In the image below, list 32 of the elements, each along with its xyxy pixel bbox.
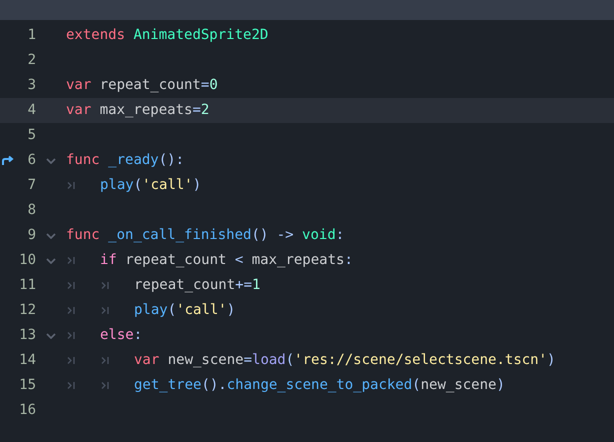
tab-marker-icon bbox=[67, 181, 76, 190]
line-number: 13 bbox=[18, 326, 36, 345]
line-number: 15 bbox=[18, 376, 36, 395]
tab-marker-icon bbox=[67, 281, 76, 290]
line-number: 2 bbox=[26, 51, 36, 70]
tab-marker-icon bbox=[101, 281, 110, 290]
line-number: 12 bbox=[18, 301, 36, 320]
tab-marker-icon bbox=[101, 381, 110, 390]
line-number: 14 bbox=[18, 351, 36, 370]
line-number: 10 bbox=[18, 251, 36, 270]
line-number: 8 bbox=[26, 201, 36, 220]
fold-chevron-icon[interactable] bbox=[46, 158, 56, 164]
line-number: 11 bbox=[18, 276, 36, 295]
line-number: 7 bbox=[26, 176, 36, 195]
tab-marker-icon bbox=[67, 306, 76, 315]
line-number: 3 bbox=[26, 76, 36, 95]
line-number: 5 bbox=[26, 126, 36, 145]
tab-marker-icon bbox=[67, 331, 76, 340]
tab-marker-icon bbox=[67, 381, 76, 390]
line-number: 6 bbox=[26, 151, 36, 170]
tab-marker-icon bbox=[101, 356, 110, 365]
fold-chevron-icon[interactable] bbox=[46, 332, 56, 338]
tab-marker-icon bbox=[67, 256, 76, 265]
line-number: 9 bbox=[26, 226, 36, 245]
fold-chevron-icon[interactable] bbox=[46, 232, 56, 238]
line-number: 1 bbox=[26, 26, 36, 45]
tab-marker-icon bbox=[67, 356, 76, 365]
line-number: 4 bbox=[26, 101, 36, 120]
line-number: 16 bbox=[18, 401, 36, 420]
tab-marker-icon bbox=[101, 306, 110, 315]
fold-chevron-icon[interactable] bbox=[46, 258, 56, 264]
arrow-icon[interactable] bbox=[2, 155, 14, 166]
